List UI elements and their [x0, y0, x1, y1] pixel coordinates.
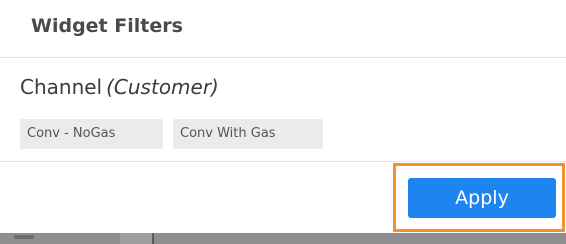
filter-sublabel: (Customer): [106, 75, 219, 99]
apply-highlight: Apply: [393, 163, 565, 232]
filter-section: Channel (Customer) Conv - NoGas Conv With…: [0, 58, 566, 162]
background-mark: [120, 233, 152, 244]
filter-label: Channel (Customer): [20, 75, 219, 99]
filter-label-text: Channel: [20, 75, 103, 99]
panel-header: Widget Filters: [0, 0, 566, 58]
filter-chip-conv-with-gas[interactable]: Conv With Gas: [173, 119, 323, 149]
panel-title: Widget Filters: [31, 15, 183, 37]
apply-button[interactable]: Apply: [408, 178, 556, 218]
background-strip: [0, 233, 566, 244]
filter-chip-conv-nogas[interactable]: Conv - NoGas: [20, 119, 163, 149]
widget-filters-panel: Widget Filters Channel (Customer) Conv - …: [0, 0, 566, 233]
background-mark: [152, 233, 154, 244]
background-mark: [14, 235, 34, 239]
